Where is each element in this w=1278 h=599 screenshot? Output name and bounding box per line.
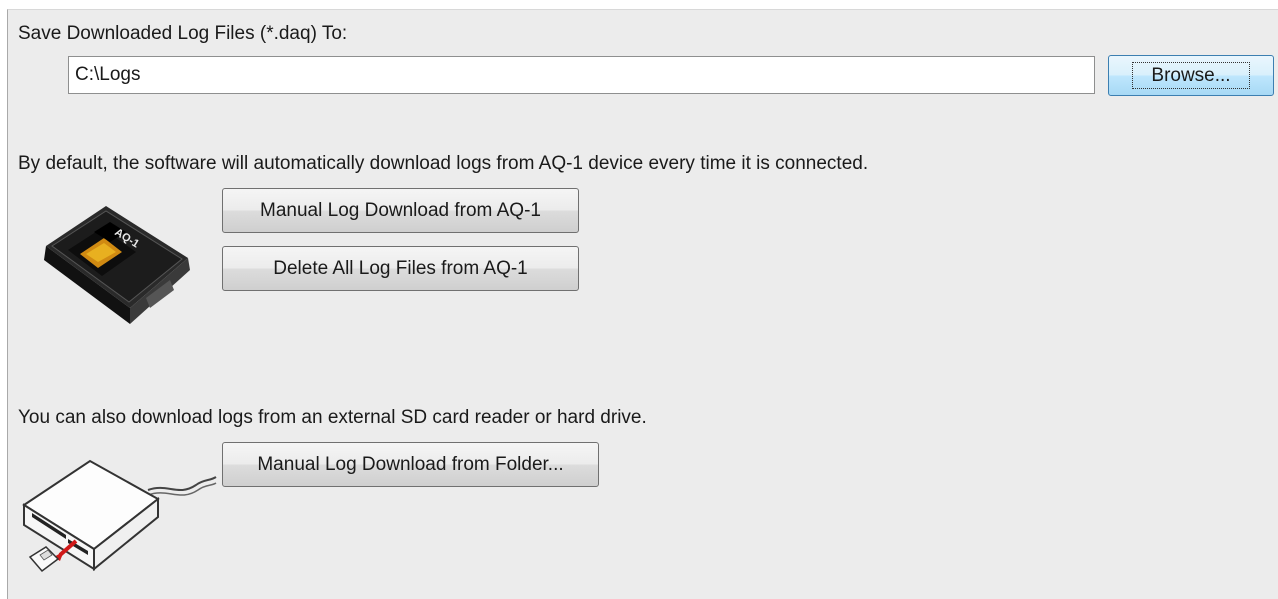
browse-button[interactable]: Browse... [1108, 55, 1274, 96]
aq1-device-icon: AQ-1 [44, 206, 190, 324]
log-download-panel: Save Downloaded Log Files (*.daq) To: C:… [7, 9, 1278, 599]
sd-card-reader-icon [22, 459, 217, 573]
browse-button-label: Browse... [1132, 62, 1250, 89]
external-description: You can also download logs from an exter… [18, 407, 647, 428]
save-path-input[interactable]: C:\Logs [68, 56, 1095, 94]
save-location-label: Save Downloaded Log Files (*.daq) To: [18, 23, 348, 44]
manual-download-folder-button[interactable]: Manual Log Download from Folder... [222, 442, 599, 487]
manual-download-aq1-button[interactable]: Manual Log Download from AQ-1 [222, 188, 579, 233]
aq1-description: By default, the software will automatica… [18, 153, 869, 174]
delete-logs-aq1-button[interactable]: Delete All Log Files from AQ-1 [222, 246, 579, 291]
